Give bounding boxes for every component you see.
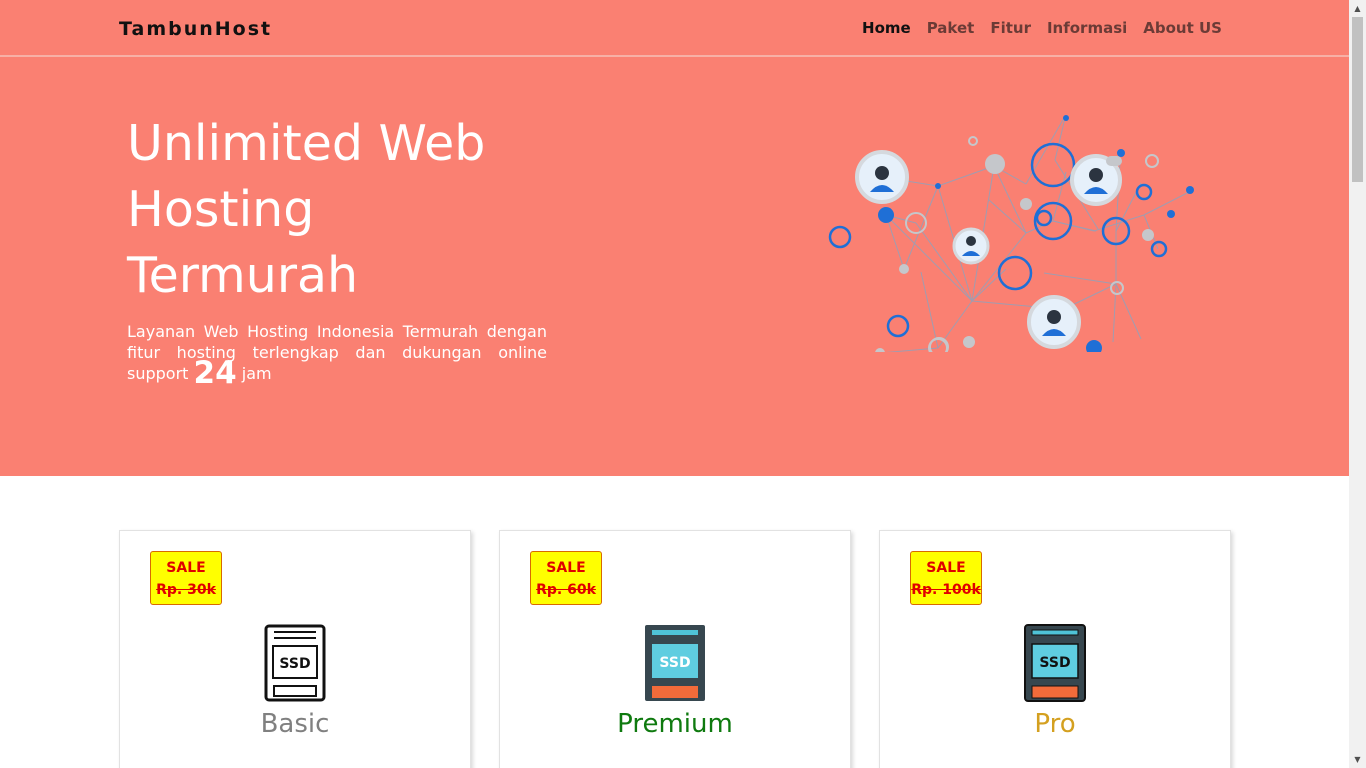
plan-card-premium[interactable]: SALE Rp. 60k SSD Premium: [499, 530, 851, 768]
nav-informasi[interactable]: Informasi: [1047, 19, 1127, 37]
old-price: Rp. 30k: [156, 582, 216, 598]
network-illustration: [828, 115, 1194, 352]
scroll-thumb[interactable]: [1352, 17, 1363, 182]
nav-menu: Home Paket Fitur Informasi About US: [862, 19, 1222, 37]
hero-title-line-1: Unlimited Web: [127, 115, 486, 172]
nav-about-us[interactable]: About US: [1143, 19, 1222, 37]
sale-badge: SALE Rp. 100k: [910, 551, 982, 605]
ssd-label: SSD: [659, 655, 690, 671]
ssd-icon: SSD: [1024, 624, 1086, 702]
plan-name: Basic: [260, 709, 330, 739]
brand-logo[interactable]: TambunHost: [119, 18, 272, 40]
sale-label: SALE: [166, 560, 206, 576]
navbar: TambunHost Home Paket Fitur Informasi Ab…: [0, 0, 1349, 57]
nav-fitur[interactable]: Fitur: [990, 19, 1031, 37]
hero-title-line-2: Hosting: [127, 181, 315, 238]
avatar-icon: [855, 150, 909, 204]
ssd-icon: SSD: [645, 625, 705, 701]
sale-badge: SALE Rp. 60k: [530, 551, 602, 605]
nav-home[interactable]: Home: [862, 19, 911, 37]
sale-label: SALE: [926, 560, 966, 576]
plan-card-basic[interactable]: SALE Rp. 30k SSD Basic: [119, 530, 471, 768]
sale-label: SALE: [546, 560, 586, 576]
hero-desc-text: Layanan Web Hosting Indonesia Termurah d…: [127, 322, 547, 383]
ssd-label: SSD: [279, 656, 310, 672]
hero-description: Layanan Web Hosting Indonesia Termurah d…: [127, 321, 547, 389]
plan-name: Pro: [1034, 709, 1076, 739]
plan-card-pro[interactable]: SALE Rp. 100k SSD Pro: [879, 530, 1231, 768]
old-price: Rp. 60k: [536, 582, 596, 598]
ssd-label: SSD: [1039, 655, 1070, 671]
hero-title-line-3: Termurah: [127, 247, 359, 304]
old-price: Rp. 100k: [911, 582, 981, 598]
scroll-up-icon[interactable]: ▲: [1349, 0, 1366, 17]
hero-desc-end: jam: [236, 364, 272, 383]
ssd-icon: SSD: [264, 624, 326, 702]
scroll-down-icon[interactable]: ▼: [1349, 751, 1366, 768]
hero-section: Unlimited Web Hosting Termurah Layanan W…: [0, 57, 1349, 476]
plan-name: Premium: [617, 709, 733, 739]
hero-desc-number: 24: [193, 355, 237, 391]
hero-title: Unlimited Web Hosting Termurah: [127, 111, 587, 309]
sale-badge: SALE Rp. 30k: [150, 551, 222, 605]
nav-paket[interactable]: Paket: [927, 19, 975, 37]
